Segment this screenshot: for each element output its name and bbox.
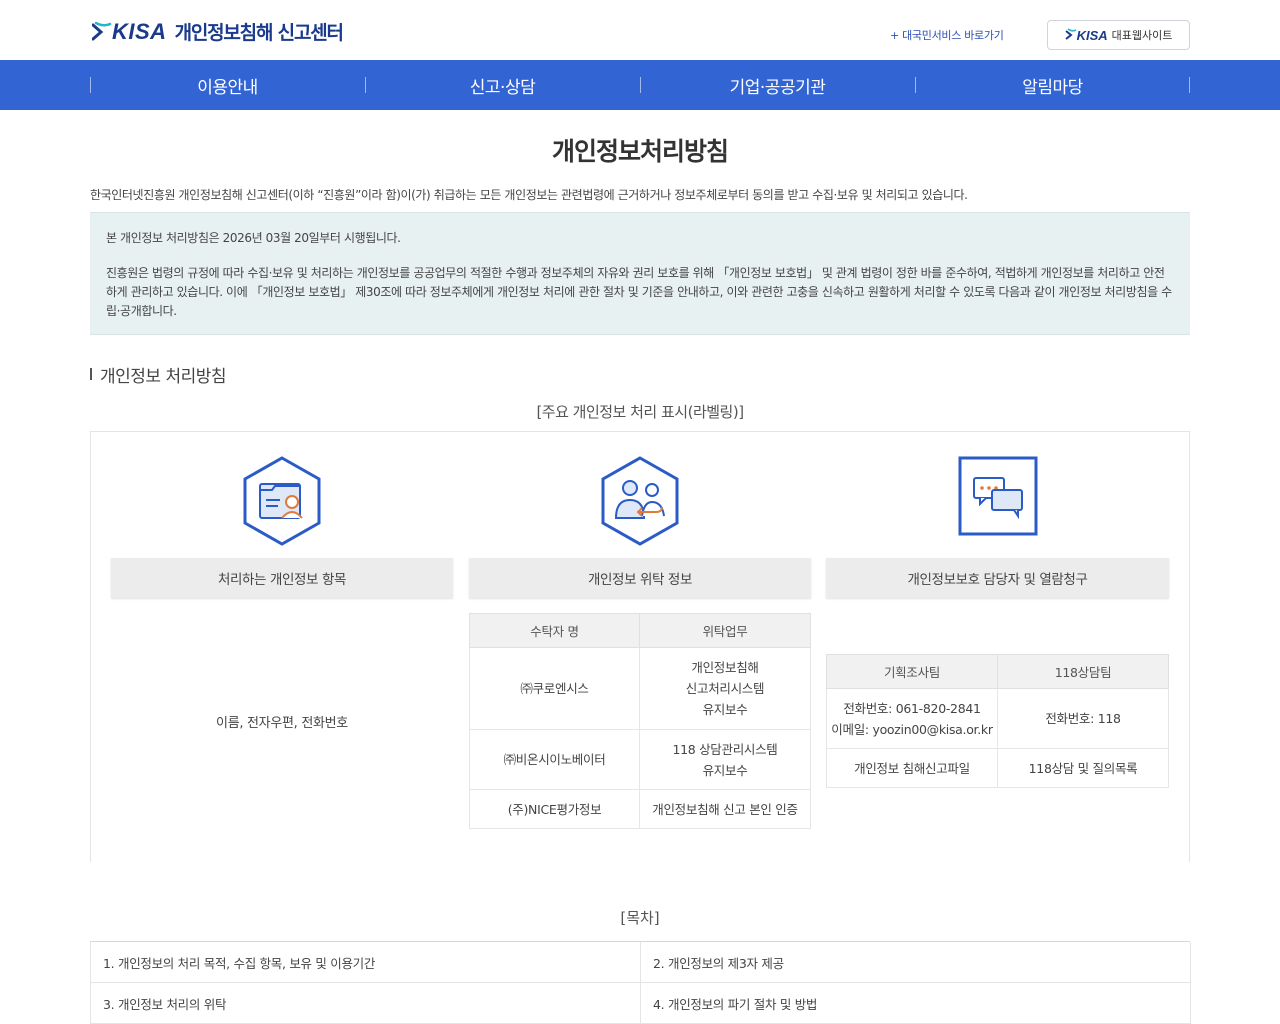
toc-title: [목차] — [620, 909, 660, 927]
toc-item-4[interactable]: 4. 개인정보의 파기 절차 및 방법 — [641, 983, 1191, 1024]
label-column-contact: 개인정보보호 담당자 및 열람청구 기획조사팀 118상담팀 전화번호: 061… — [826, 432, 1169, 788]
nav-item-report[interactable]: 신고·상담 — [365, 60, 640, 110]
labeling-title: [주요 개인정보 처리 표시(라벨링)] — [536, 403, 744, 421]
work-line: 신고처리시스템 — [685, 681, 765, 696]
nav-item-notice[interactable]: 알림마당 — [915, 60, 1190, 110]
label-head-items: 처리하는 개인정보 항목 — [111, 558, 453, 598]
label-head-consign: 개인정보 위탁 정보 — [469, 558, 811, 598]
table-row: (주)NICE평가정보 개인정보침해 신고 본인 인증 — [469, 789, 811, 829]
work-line: 개인정보침해 — [691, 660, 759, 675]
intro-text: 한국인터넷진흥원 개인정보침해 신고센터(이하 “진흥원”이라 함)이(가) 취… — [90, 188, 968, 202]
consignee-name: (주)NICE평가정보 — [469, 789, 640, 829]
rep-site-label: 대표웹사이트 — [1111, 29, 1173, 42]
table-of-contents: 1. 개인정보의 처리 목적, 수집 항목, 보유 및 이용기간 2. 개인정보… — [90, 941, 1191, 1024]
main-content: 개인정보처리방침 한국인터넷진흥원 개인정보침해 신고센터(이하 “진흥원”이라… — [90, 132, 1191, 1024]
work-line: 유지보수 — [702, 702, 748, 717]
notice-description: 진흥원은 법령의 규정에 따라 수집·보유 및 처리하는 개인정보를 공공업무의… — [106, 266, 1172, 318]
icon-wrap — [111, 432, 453, 558]
th-work: 위탁업무 — [639, 613, 811, 648]
report-file-name: 개인정보 침해신고파일 — [826, 748, 998, 788]
consign-work: 개인정보침해 신고 본인 인증 — [639, 789, 811, 829]
contact-table: 기획조사팀 118상담팀 전화번호: 061-820-2841 이메일: yoo… — [826, 654, 1169, 788]
consignment-table: 수탁자 명 위탁업무 ㈜쿠로엔시스 개인정보침해 신고처리시스템 유지보수 ㈜비… — [469, 613, 811, 829]
planning-team-phone: 전화번호: 061-820-2841 — [843, 700, 981, 716]
section-title-text: 개인정보 처리방침 — [100, 366, 227, 387]
kisa-logo-icon — [91, 21, 112, 43]
page-title: 개인정보처리방침 — [551, 137, 729, 166]
nav-item-guide[interactable]: 이용안내 — [90, 60, 365, 110]
section-title: 개인정보 처리방침 — [90, 363, 1190, 387]
logo-kisa-text: KISA — [112, 18, 167, 44]
icon-wrap — [469, 432, 811, 558]
toc-item-1[interactable]: 1. 개인정보의 처리 목적, 수집 항목, 보유 및 이용기간 — [91, 942, 641, 983]
nav-item-enterprise[interactable]: 기업·공공기관 — [640, 60, 915, 110]
planning-team-email: 이메일: yoozin00@kisa.or.kr — [831, 721, 993, 737]
table-row: 개인정보 침해신고파일 118상담 및 질의목록 — [826, 748, 1169, 788]
notice-box: 본 개인정보 처리방침은 2026년 03월 20일부터 시행됩니다. 진흥원은… — [90, 212, 1190, 335]
th-consignee: 수탁자 명 — [469, 613, 640, 648]
kisa-mini-logo-icon: KISA — [1064, 27, 1108, 43]
th-118-team: 118상담팀 — [997, 654, 1169, 689]
site-header: KISA 개인정보침해 신고센터 + 대국민서비스 바로가기 KISA 대표웹사… — [0, 0, 1280, 60]
work-line: 유지보수 — [702, 762, 748, 778]
logo-title: 개인정보침해 신고센터 — [174, 22, 344, 44]
personal-info-folder-icon — [242, 456, 322, 550]
representative-site-button[interactable]: KISA 대표웹사이트 — [1047, 20, 1190, 50]
icon-wrap — [826, 432, 1169, 558]
th-planning-team: 기획조사팀 — [826, 654, 998, 689]
labeling-box: 처리하는 개인정보 항목 이름, 전자우편, 전화번호 개인정보 위탁 정보 수… — [90, 431, 1190, 862]
label-head-contact: 개인정보보호 담당자 및 열람청구 — [826, 558, 1169, 598]
label-column-consign: 개인정보 위탁 정보 수탁자 명 위탁업무 ㈜쿠로엔시스 개인정보침해 신고처리… — [469, 432, 811, 829]
toc-item-3[interactable]: 3. 개인정보 처리의 위탁 — [91, 983, 641, 1024]
consign-work: 개인정보침해 신고처리시스템 유지보수 — [639, 647, 811, 730]
main-nav: 이용안내 신고·상담 기업·공공기관 알림마당 — [0, 60, 1280, 110]
site-logo[interactable]: KISA 개인정보침해 신고센터 — [91, 18, 344, 45]
consignee-name: ㈜비온시이노베이터 — [469, 729, 640, 790]
consult-file-name: 118상담 및 질의목록 — [997, 748, 1169, 788]
notice-effective-date: 본 개인정보 처리방침은 2026년 03월 20일부터 시행됩니다. — [106, 231, 401, 245]
consignment-people-icon — [600, 456, 680, 550]
rep-site-kisa-text: KISA — [1076, 27, 1108, 43]
label-column-items: 처리하는 개인정보 항목 — [111, 432, 453, 598]
118-team-phone: 전화번호: 118 — [997, 688, 1169, 749]
consignee-name: ㈜쿠로엔시스 — [469, 647, 640, 730]
consign-work: 118 상담관리시스템 유지보수 — [639, 729, 811, 790]
table-row: ㈜쿠로엔시스 개인정보침해 신고처리시스템 유지보수 — [469, 647, 811, 730]
table-row: 전화번호: 061-820-2841 이메일: yoozin00@kisa.or… — [826, 688, 1169, 749]
personal-info-items: 이름, 전자우편, 전화번호 — [216, 716, 348, 731]
chat-bubble-icon — [958, 456, 1038, 540]
planning-team-contact: 전화번호: 061-820-2841 이메일: yoozin00@kisa.or… — [826, 688, 998, 749]
table-header-row: 수탁자 명 위탁업무 — [469, 613, 811, 648]
table-row: ㈜비온시이노베이터 118 상담관리시스템 유지보수 — [469, 729, 811, 790]
section-bar — [90, 368, 92, 380]
public-service-link[interactable]: + 대국민서비스 바로가기 — [890, 27, 1004, 43]
table-header-row: 기획조사팀 118상담팀 — [826, 654, 1169, 689]
toc-item-2[interactable]: 2. 개인정보의 제3자 제공 — [641, 942, 1191, 983]
work-line: 118 상담관리시스템 — [672, 741, 778, 757]
